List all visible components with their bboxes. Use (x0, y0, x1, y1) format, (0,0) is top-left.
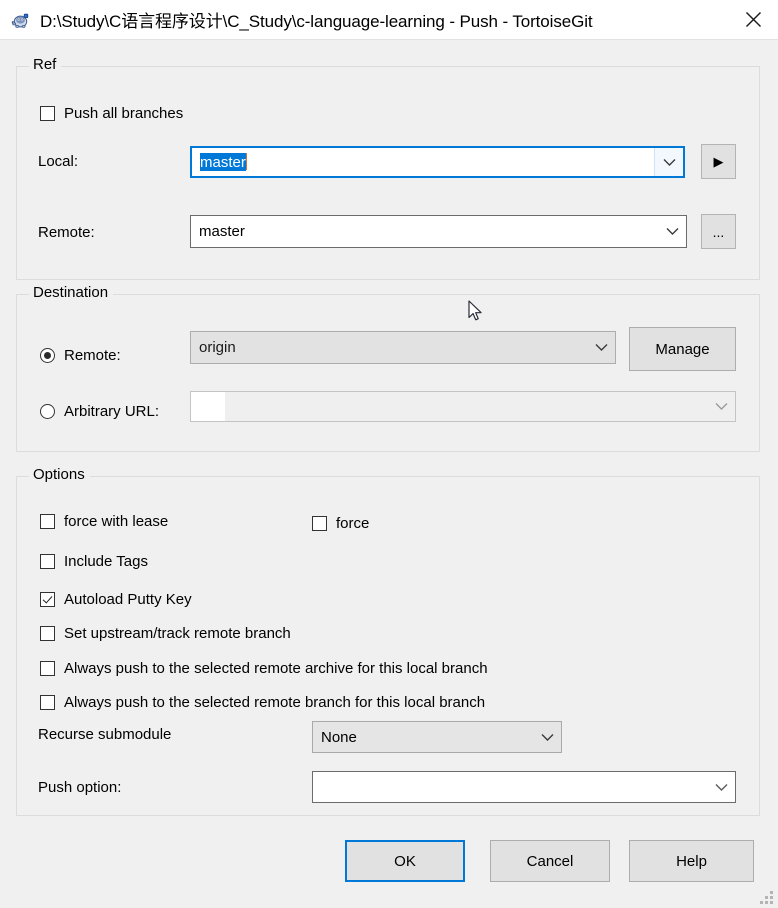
destination-arbitrary-url-label: Arbitrary URL: (64, 403, 160, 420)
autoload-putty-key-checkbox[interactable]: Autoload Putty Key (40, 591, 192, 608)
force-label: force (336, 515, 370, 532)
help-button-label: Help (676, 852, 707, 870)
ok-button-label: OK (394, 852, 416, 870)
local-branch-value: master (192, 153, 654, 171)
set-upstream-checkbox[interactable]: Set upstream/track remote branch (40, 625, 291, 642)
always-push-remote-branch-checkbox[interactable]: Always push to the selected remote branc… (40, 694, 485, 711)
recurse-submodule-value: None (321, 728, 357, 746)
local-label: Local: (38, 153, 79, 170)
tortoisegit-icon (10, 9, 32, 31)
include-tags-checkbox[interactable]: Include Tags (40, 553, 148, 570)
force-checkbox[interactable]: force (312, 515, 369, 532)
always-push-remote-branch-checkbox-box (40, 695, 55, 710)
destination-arbitrary-url-radio-circle (40, 404, 55, 419)
destination-arbitrary-url-radio[interactable]: Arbitrary URL: (40, 403, 159, 420)
remote-branch-combo[interactable]: master (190, 215, 687, 248)
set-upstream-checkbox-box (40, 626, 55, 641)
local-branch-browse-button[interactable]: ▶ (701, 144, 736, 179)
chevron-down-icon[interactable] (707, 783, 735, 792)
force-with-lease-checkbox[interactable]: force with lease (40, 513, 168, 530)
push-all-branches-checkbox[interactable]: Push all branches (40, 105, 183, 122)
chevron-down-icon[interactable] (533, 733, 561, 742)
chevron-down-icon[interactable] (707, 402, 735, 411)
push-option-label: Push option: (38, 779, 122, 796)
arbitrary-url-white-segment (191, 392, 225, 421)
ellipsis-icon: ... (712, 223, 725, 240)
ref-group-label: Ref (29, 56, 62, 73)
always-push-remote-archive-label: Always push to the selected remote archi… (64, 660, 488, 677)
recurse-submodule-label: Recurse submodule (38, 726, 172, 743)
force-with-lease-checkbox-box (40, 514, 55, 529)
push-all-branches-checkbox-box (40, 106, 55, 121)
close-icon[interactable] (728, 0, 778, 38)
push-option-combo[interactable] (312, 771, 736, 803)
chevron-down-icon[interactable] (587, 343, 615, 352)
destination-group-label: Destination (29, 284, 114, 301)
local-branch-combo[interactable]: master (190, 146, 685, 178)
ok-button[interactable]: OK (345, 840, 465, 882)
recurse-submodule-combo[interactable]: None (312, 721, 562, 753)
window-titlebar: D:\Study\C语言程序设计\C_Study\c-language-lear… (0, 0, 778, 40)
chevron-down-icon[interactable] (654, 148, 683, 176)
options-group-label: Options (29, 466, 90, 483)
push-all-branches-label: Push all branches (64, 105, 184, 122)
local-branch-selected-text: master (200, 153, 246, 171)
autoload-putty-key-checkbox-box (40, 592, 55, 607)
resize-grip[interactable] (760, 891, 774, 904)
destination-remote-value: origin (199, 339, 236, 356)
destination-remote-combo[interactable]: origin (190, 331, 616, 364)
always-push-remote-archive-checkbox[interactable]: Always push to the selected remote archi… (40, 660, 488, 677)
force-checkbox-box (312, 516, 327, 531)
force-with-lease-label: force with lease (64, 513, 169, 530)
play-arrow-icon: ▶ (713, 153, 724, 169)
chevron-down-icon[interactable] (658, 227, 686, 236)
help-button[interactable]: Help (629, 840, 754, 882)
include-tags-checkbox-box (40, 554, 55, 569)
destination-group: Destination (16, 284, 760, 452)
manage-button-label: Manage (655, 340, 710, 358)
always-push-remote-archive-checkbox-box (40, 661, 55, 676)
manage-remotes-button[interactable]: Manage (629, 327, 736, 371)
cancel-button-label: Cancel (526, 852, 574, 870)
text-caret (245, 153, 247, 170)
destination-arbitrary-url-combo[interactable] (190, 391, 736, 422)
window-title: D:\Study\C语言程序设计\C_Study\c-language-lear… (40, 12, 593, 31)
include-tags-label: Include Tags (64, 553, 148, 570)
always-push-remote-branch-label: Always push to the selected remote branc… (64, 694, 486, 711)
remote-branch-value: master (199, 223, 245, 240)
remote-branch-browse-button[interactable]: ... (701, 214, 736, 249)
set-upstream-label: Set upstream/track remote branch (64, 625, 291, 642)
autoload-putty-key-label: Autoload Putty Key (64, 591, 192, 608)
cancel-button[interactable]: Cancel (490, 840, 610, 882)
destination-remote-radio[interactable]: Remote: (40, 347, 121, 364)
destination-remote-radio-circle (40, 348, 55, 363)
remote-branch-label: Remote: (38, 224, 95, 241)
destination-remote-label: Remote: (64, 347, 121, 364)
